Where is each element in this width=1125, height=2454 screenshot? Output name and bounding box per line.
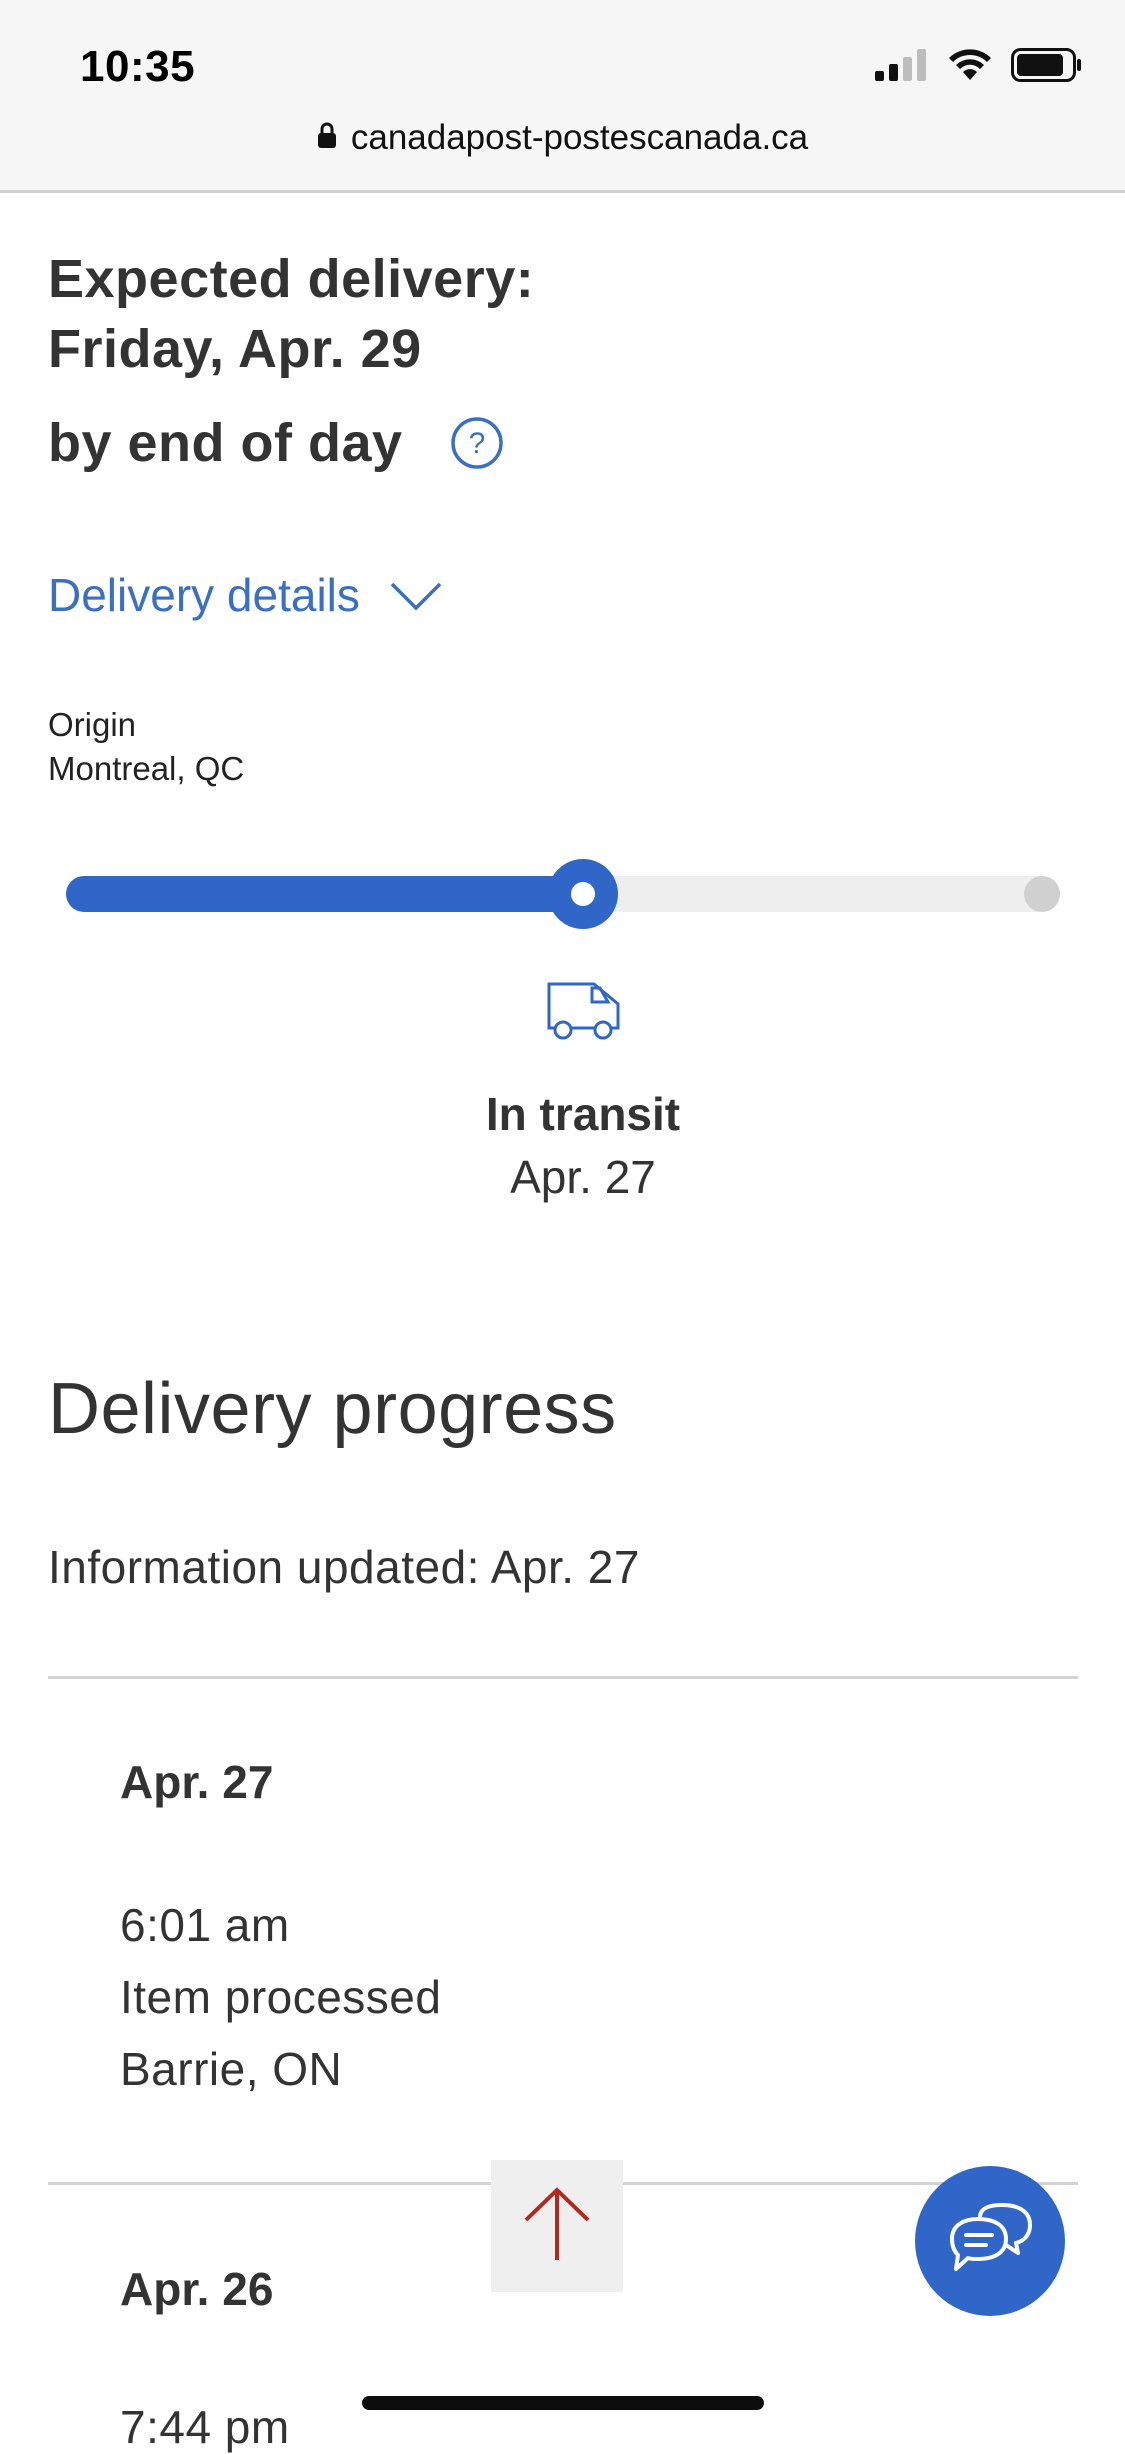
progress-destination-dot [1024,876,1060,912]
progress-fill [66,876,583,912]
delivery-truck-icon [546,980,622,1047]
delivery-details-label: Delivery details [48,569,360,621]
chat-button[interactable] [915,2166,1065,2316]
battery-icon [1011,48,1083,87]
chevron-down-icon [390,568,442,622]
divider [48,1676,1078,1679]
shipment-status: In transit [485,1088,681,1140]
question-circle-icon[interactable]: ? [450,416,504,475]
event-time: 6:01 am [120,1899,290,1951]
event-time: 7:44 pm [120,2401,290,2453]
origin-label: Origin [48,706,137,743]
delivery-details-toggle[interactable]: Delivery details [48,568,442,622]
arrow-up-icon [522,2184,592,2269]
shipment-status-date: Apr. 27 [510,1151,656,1203]
event-location: Barrie, ON [120,2043,343,2095]
expected-delivery-label: Expected delivery: [48,249,535,309]
origin-value: Montreal, QC [48,750,245,787]
event-description: Item processed [120,1971,442,2023]
delivery-progress-heading: Delivery progress [48,1369,617,1449]
status-icons [875,48,1083,87]
svg-text:?: ? [469,427,486,460]
url-text: canadapost-postescanada.ca [350,118,809,157]
back-to-top-button[interactable] [491,2160,623,2292]
status-time: 10:35 [80,42,196,91]
lock-icon [317,118,337,158]
expected-delivery-time: by end of day [48,413,403,473]
expected-delivery-date: Friday, Apr. 29 [48,319,422,379]
delivery-progress-bar [66,859,1060,929]
information-updated: Information updated: Apr. 27 [48,1541,640,1593]
event-date: Apr. 27 [120,1756,274,1808]
browser-chrome: 10:35 canadapost-postescanada.ca [0,0,1125,193]
progress-marker [548,859,618,929]
address-bar[interactable]: canadapost-postescanada.ca [0,118,1125,158]
cellular-signal-icon [875,49,929,86]
wifi-icon [947,48,993,87]
chat-bubbles-icon [946,2202,1034,2280]
home-indicator[interactable] [362,2396,764,2410]
event-date: Apr. 26 [120,2263,274,2315]
